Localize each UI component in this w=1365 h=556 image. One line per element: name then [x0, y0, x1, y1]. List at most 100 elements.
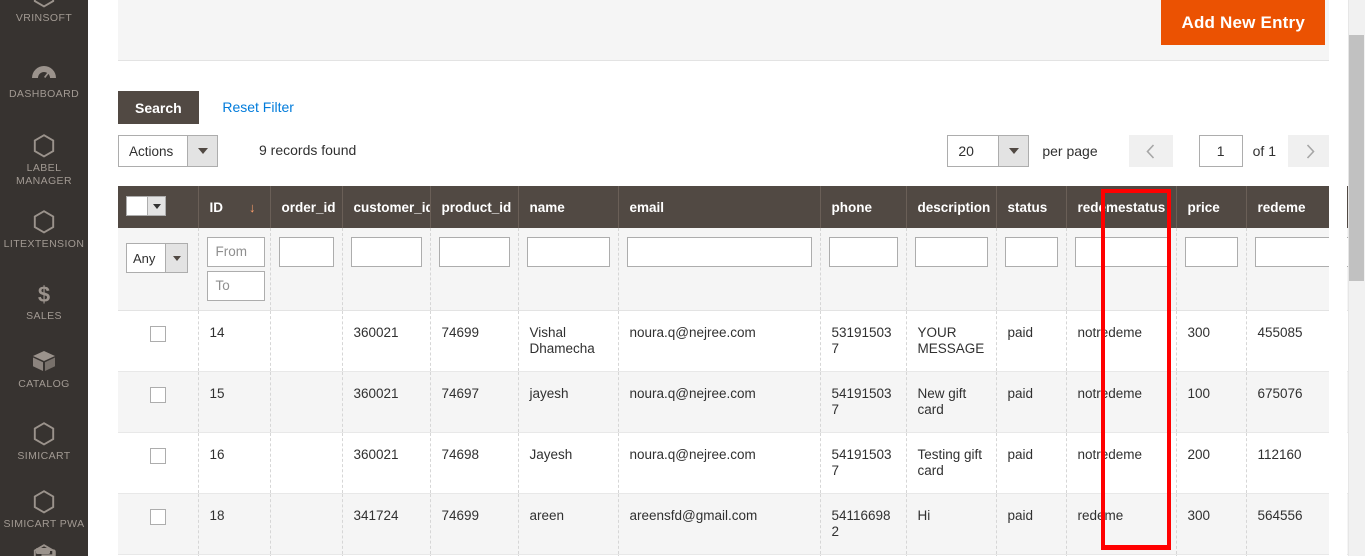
filter-cell-customer_id — [342, 228, 431, 311]
data-grid: ID ↓ order_id customer_id product_id name emai… — [118, 186, 1348, 556]
sidebar-item-dashboard[interactable]: DASHBOARD — [0, 60, 88, 101]
column-header-customer_id[interactable]: customer_id — [342, 186, 431, 228]
filter-description-input[interactable] — [914, 237, 988, 267]
select-all-checkbox[interactable] — [127, 197, 147, 215]
sort-descending-icon: ↓ — [249, 199, 256, 215]
add-new-entry-button[interactable]: Add New Entry — [1161, 0, 1325, 45]
svg-text:$: $ — [38, 282, 50, 306]
table-row[interactable]: 15 360021 74697 jayesh noura.q@nejree.com 541… — [118, 371, 1348, 433]
page-scrollbar-track[interactable] — [1348, 0, 1365, 556]
filter-price-input[interactable] — [1184, 237, 1238, 267]
column-header-label: redemestatus — [1077, 199, 1166, 215]
data-grid-container: ID ↓ order_id customer_id product_id name emai… — [118, 186, 1348, 556]
cell-price: 200 — [1176, 432, 1247, 494]
sidebar-item-label: CATALOG — [18, 378, 70, 390]
column-header-phone[interactable]: phone — [820, 186, 907, 228]
per-page-dropdown[interactable]: 20 — [947, 135, 1030, 167]
page-number-input[interactable]: 1 — [1198, 135, 1243, 167]
sidebar-item-label: LABEL MANAGER — [16, 162, 72, 187]
per-page-label: per page — [1042, 143, 1098, 159]
hexagon-icon — [0, 490, 88, 516]
sidebar-item-simicart[interactable]: SIMICART — [0, 422, 88, 463]
column-header-product_id[interactable]: product_id — [430, 186, 519, 228]
filter-any-dropdown[interactable]: Any — [126, 243, 188, 273]
sidebar-item-vrinsoft[interactable]: VRINSOFT — [0, 0, 88, 25]
filter-phone-input[interactable] — [828, 237, 898, 267]
chevron-down-icon[interactable] — [187, 136, 217, 166]
grid-header: ID ↓ order_id customer_id product_id name emai… — [118, 186, 1348, 228]
filter-cell-description — [906, 228, 997, 311]
filter-name-input[interactable] — [526, 237, 610, 267]
column-header-description[interactable]: description — [906, 186, 997, 228]
cell-id: 14 — [198, 310, 271, 372]
cell-name: Jayesh — [518, 432, 619, 494]
column-header-label: ID — [209, 199, 224, 215]
column-header-status[interactable]: status — [996, 186, 1067, 228]
select-all-header[interactable] — [118, 186, 199, 228]
search-button[interactable]: Search — [118, 91, 199, 124]
filter-order_id-input[interactable] — [278, 237, 334, 267]
reset-filter-link[interactable]: Reset Filter — [222, 91, 294, 124]
sidebar-item-partial[interactable] — [0, 544, 88, 556]
per-page-value: 20 — [958, 143, 974, 159]
chevron-down-icon[interactable] — [165, 244, 187, 272]
filter-id-to-input[interactable]: To — [206, 271, 265, 301]
filter-cell-id: From To — [198, 228, 271, 311]
filter-redemestatus-input[interactable] — [1074, 237, 1168, 267]
column-header-price[interactable]: price — [1176, 186, 1247, 228]
table-row[interactable]: 14 360021 74699 Vishal Dhamecha noura.q@nejr… — [118, 310, 1348, 372]
column-header-redemestatus[interactable]: redemestatus — [1066, 186, 1177, 228]
column-header-label: name — [529, 199, 565, 215]
cell-price: 300 — [1176, 493, 1247, 555]
column-header-id[interactable]: ID ↓ — [198, 186, 271, 228]
cell-name: Vishal Dhamecha — [518, 310, 619, 372]
column-header-email[interactable]: email — [618, 186, 821, 228]
column-header-label: price — [1187, 199, 1220, 215]
filter-customer_id-input[interactable] — [350, 237, 422, 267]
chevron-down-icon[interactable] — [147, 197, 165, 215]
filter-product_id-input[interactable] — [438, 237, 510, 267]
column-header-label: email — [629, 199, 665, 215]
pager-total-label: of 1 — [1252, 143, 1276, 159]
filter-cell-phone — [820, 228, 907, 311]
column-header-name[interactable]: name — [518, 186, 619, 228]
sidebar-item-catalog[interactable]: CATALOG — [0, 350, 88, 391]
table-row[interactable]: 16 360021 74698 Jayesh noura.q@nejree.com 541… — [118, 432, 1348, 494]
hexagon-icon — [0, 134, 88, 160]
actions-dropdown[interactable]: Actions — [118, 135, 218, 167]
cell-product_id: 74699 — [430, 493, 519, 555]
sidebar-item-label: SIMICART PWA — [3, 518, 85, 530]
cell-id: 16 — [198, 432, 271, 494]
sidebar-item-litextension[interactable]: LITEXTENSION — [0, 210, 88, 251]
main-content: Add New Entry Search Reset Filter Action… — [88, 0, 1365, 556]
sidebar-item-sales[interactable]: $ SALES — [0, 282, 88, 323]
row-checkbox[interactable] — [149, 326, 166, 343]
search-controls: Search Reset Filter — [118, 91, 294, 124]
sidebar-item-simicart-pwa[interactable]: SIMICART PWA — [0, 490, 88, 531]
cell-email: noura.q@nejree.com — [618, 310, 821, 372]
sidebar-item-label-manager[interactable]: LABEL MANAGER — [0, 134, 88, 188]
filter-id-from-input[interactable]: From — [206, 237, 265, 267]
grid-controls: Actions 9 records found 20 per page 1 of… — [118, 135, 1336, 169]
cell-name: jayesh — [518, 371, 619, 433]
chevron-down-icon[interactable] — [998, 136, 1029, 166]
pager: 20 per page 1 of 1 — [947, 133, 1332, 169]
row-select-cell — [118, 432, 199, 494]
row-select-cell — [118, 371, 199, 433]
filter-cell-select: Any — [118, 228, 199, 311]
previous-page-button[interactable] — [1128, 135, 1173, 167]
cell-phone: 531915037 — [820, 310, 907, 372]
admin-grid-page: VRINSOFT DASHBOARD LABEL MANAGER LITEXTENSI… — [0, 0, 1365, 556]
cell-description: New gift card — [906, 371, 997, 433]
next-page-button[interactable] — [1288, 135, 1332, 167]
column-header-order_id[interactable]: order_id — [270, 186, 343, 228]
records-found-text: 9 records found — [259, 142, 357, 158]
filter-cell-redemestatus — [1066, 228, 1177, 311]
row-checkbox[interactable] — [149, 509, 166, 526]
filter-status-input[interactable] — [1004, 237, 1058, 267]
row-checkbox[interactable] — [149, 387, 166, 404]
select-all-dropdown[interactable] — [126, 196, 166, 216]
filter-email-input[interactable] — [626, 237, 812, 267]
page-scrollbar-thumb[interactable] — [1349, 35, 1364, 281]
row-checkbox[interactable] — [149, 448, 166, 465]
